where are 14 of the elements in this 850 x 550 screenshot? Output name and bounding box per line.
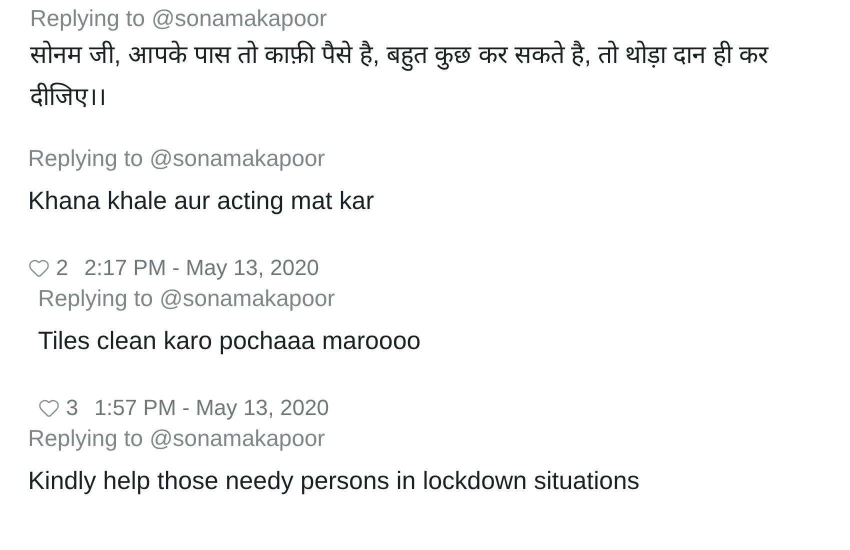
- tweet-text: Tiles clean karo pochaaa maroooo: [38, 326, 421, 356]
- timestamp: 1:57 PM - May 13, 2020: [94, 396, 330, 420]
- replying-to-label: Replying to @sonamakapoor: [28, 144, 325, 172]
- replying-to-label: Replying to @sonamakapoor: [30, 4, 327, 32]
- like-count: 3: [66, 396, 78, 420]
- replying-to-label: Replying to @sonamakapoor: [28, 424, 325, 452]
- replying-to-label: Replying to @sonamakapoor: [38, 284, 335, 312]
- timestamp: 2:17 PM - May 13, 2020: [84, 256, 320, 280]
- tweet-text: सोनम जी, आपके पास तो काफ़ी पैसे है, बहुत कुछ कर सकते है, तो थोड़ा दान ही कर दीजिए।।: [30, 40, 770, 113]
- tweet-text: Khana khale aur acting mat kar: [28, 186, 374, 216]
- like-icon[interactable]: [38, 397, 60, 419]
- tweet-text: Kindly help those needy persons in lockdown situations: [28, 466, 640, 496]
- like-count: 2: [56, 256, 68, 280]
- like-icon[interactable]: [28, 257, 50, 279]
